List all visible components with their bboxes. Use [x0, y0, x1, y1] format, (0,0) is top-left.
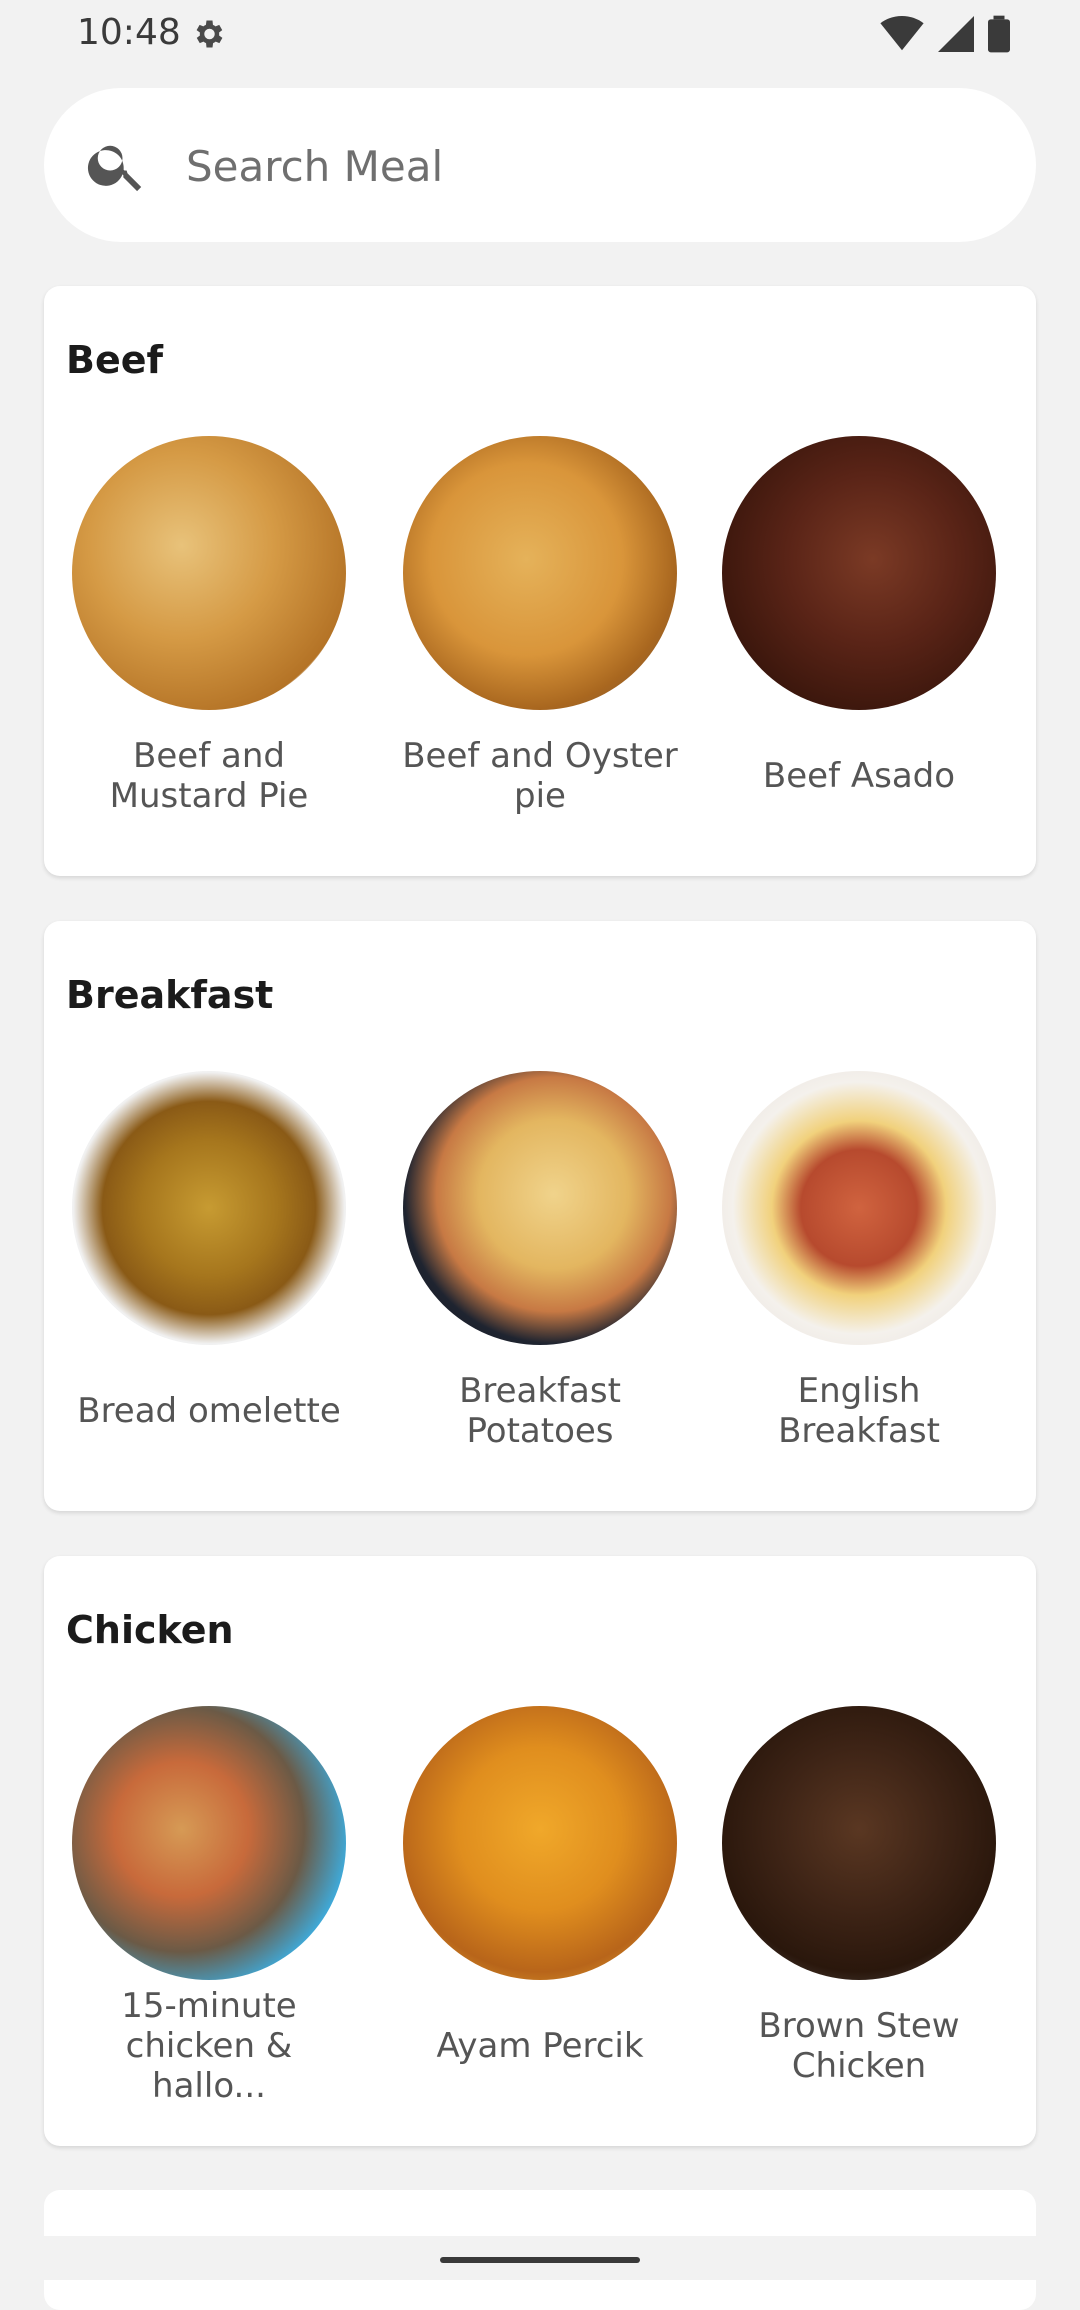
meal-name: Beef and Mustard Pie: [109, 736, 309, 816]
meal-item[interactable]: Beef and Mustard Pie: [59, 436, 359, 816]
meal-image: [403, 436, 677, 710]
meal-item[interactable]: Beef Asado: [709, 436, 1009, 816]
category-card-chicken: Chicken 15-minute chicken & hallo... Aya…: [44, 1556, 1036, 2146]
meal-name: Bread omelette: [77, 1391, 341, 1431]
meal-image: [722, 436, 996, 710]
meal-name: Ayam Percik: [436, 2026, 644, 2066]
meal-image: [403, 1071, 677, 1345]
meal-item[interactable]: Breakfast Potatoes: [390, 1071, 690, 1451]
meal-image: [72, 1706, 346, 1980]
category-title: Beef: [66, 338, 164, 382]
meal-item[interactable]: Brown Stew Chicken: [709, 1706, 1009, 2086]
gesture-handle[interactable]: [440, 2257, 640, 2263]
status-time: 10:48: [77, 12, 181, 53]
meal-name: English Breakfast: [778, 1371, 940, 1451]
wifi-icon: [880, 16, 924, 51]
battery-icon: [988, 15, 1010, 53]
search-icon: [87, 145, 142, 192]
meal-image: [722, 1071, 996, 1345]
meal-name: Breakfast Potatoes: [459, 1371, 621, 1451]
category-title: Chicken: [66, 1608, 234, 1652]
category-title: Breakfast: [66, 973, 274, 1017]
meal-image: [403, 1706, 677, 1980]
system-icons: [880, 14, 1010, 54]
meal-image: [72, 1071, 346, 1345]
search-input[interactable]: [184, 132, 968, 200]
meal-item[interactable]: Ayam Percik: [390, 1706, 690, 2086]
category-card-beef: Beef Beef and Mustard Pie Beef and Oyste…: [44, 286, 1036, 876]
category-card-breakfast: Breakfast Bread omelette Breakfast Potat…: [44, 921, 1036, 1511]
meal-name: 15-minute chicken & hallo...: [121, 1986, 297, 2106]
meal-name: Brown Stew Chicken: [758, 2006, 960, 2086]
meal-name: Beef and Oyster pie: [402, 736, 678, 816]
meal-image: [722, 1706, 996, 1980]
status-bar: 10:48: [0, 0, 1080, 70]
meal-item[interactable]: English Breakfast: [709, 1071, 1009, 1451]
gear-icon: [196, 20, 223, 48]
meal-item[interactable]: Beef and Oyster pie: [390, 436, 690, 816]
meal-item[interactable]: 15-minute chicken & hallo...: [59, 1706, 359, 2106]
search-bar[interactable]: [44, 88, 1036, 242]
meal-image: [72, 436, 346, 710]
meal-item[interactable]: Bread omelette: [59, 1071, 359, 1451]
signal-icon: [938, 16, 974, 52]
meal-name: Beef Asado: [762, 756, 956, 796]
